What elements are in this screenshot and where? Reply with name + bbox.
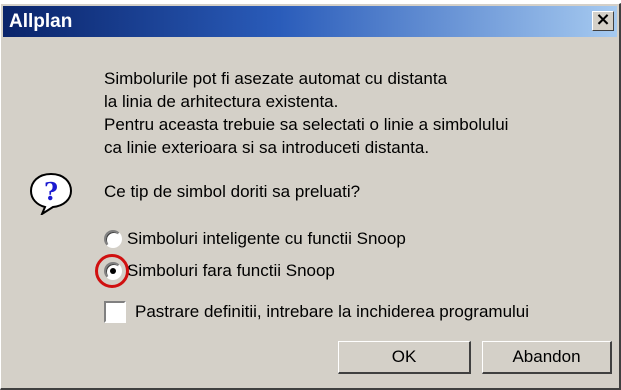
keep-definitions-option[interactable]: Pastrare definitii, intrebare la inchide…: [104, 299, 529, 325]
option-label: Simboluri inteligente cu functii Snoop: [127, 229, 406, 248]
message-line: la linia de arhitectura existenta.: [104, 92, 339, 111]
message-line: Simbolurile pot fi asezate automat cu di…: [104, 69, 448, 88]
svg-text:?: ?: [44, 177, 58, 206]
selection-highlight-ring: [95, 254, 129, 288]
cancel-button[interactable]: Abandon: [482, 341, 612, 374]
ok-button[interactable]: OK: [338, 341, 471, 374]
checkbox-label: Pastrare definitii, intrebare la inchide…: [135, 302, 530, 321]
option-label: Simboluri fara functii Snoop: [127, 261, 335, 280]
radio-smart-symbols[interactable]: [104, 230, 122, 248]
option-no-snoop-symbols[interactable]: Simboluri fara functii Snoop: [104, 259, 335, 283]
option-smart-symbols[interactable]: Simboluri inteligente cu functii Snoop: [104, 227, 406, 251]
title-bar[interactable]: Allplan ×: [3, 6, 617, 37]
allplan-dialog: Allplan × Simbolurile pot fi asezate aut…: [0, 3, 621, 390]
info-message: Simbolurile pot fi asezate automat cu di…: [104, 67, 508, 159]
question-text: Ce tip de simbol doriti sa preluati?: [104, 182, 361, 201]
keep-definitions-checkbox[interactable]: [104, 301, 126, 323]
close-icon: ×: [595, 9, 611, 30]
question-icon: ?: [29, 172, 73, 215]
message-line: Pentru aceasta trebuie sa selectati o li…: [104, 115, 509, 134]
window-title: Allplan: [9, 11, 73, 32]
close-button[interactable]: ×: [592, 9, 614, 31]
message-line: ca linie exterioara si sa introduceti di…: [104, 138, 430, 157]
